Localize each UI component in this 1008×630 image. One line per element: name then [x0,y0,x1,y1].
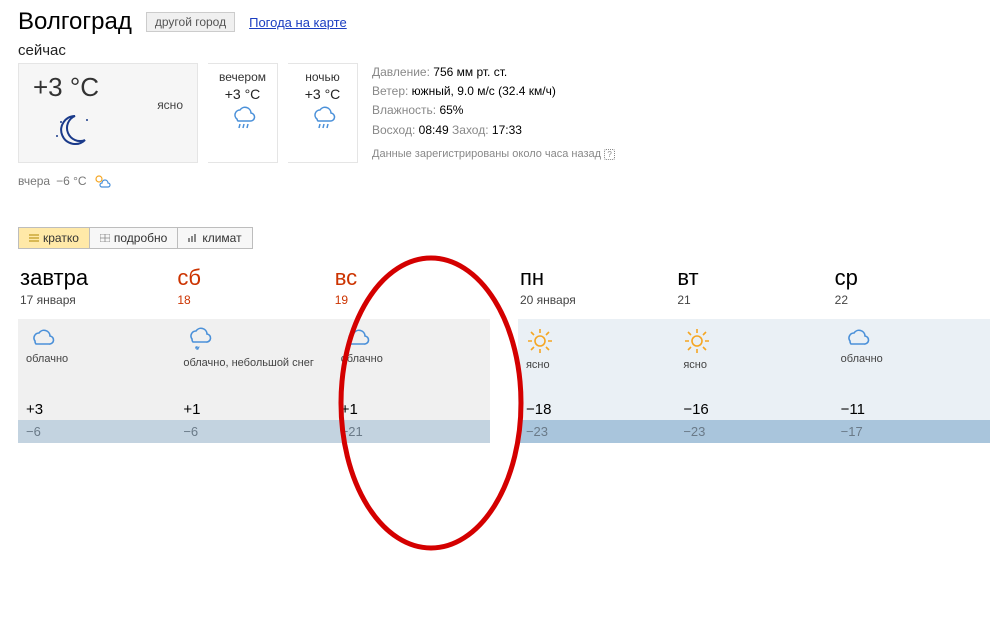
day-temp-high: −16 [675,397,832,420]
day-condition: облачно [841,353,982,365]
pressure-value: 756 мм рт. ст. [433,65,507,79]
sunrise-label: Восход: [372,123,415,137]
evening-card: вечером +3 °C [208,63,278,163]
day-name: сб [177,265,332,291]
day-condition: облачно, небольшой снег [183,357,324,369]
day-condition: облачно [341,353,482,365]
night-label: ночью [305,70,340,84]
day-temp-high: +1 [333,397,490,420]
forecast-day[interactable]: вс 19 облачно +1−21 [333,265,490,443]
day-temp-high: +1 [175,397,332,420]
night-temp: +3 °C [305,86,341,102]
evening-label: вечером [219,70,266,84]
change-city-button[interactable]: другой город [146,12,235,32]
day-temp-low: −6 [18,420,175,443]
sunset-value: 17:33 [492,123,522,137]
rain-cloud-icon [309,104,337,132]
sun-icon [526,327,667,355]
day-name: ср [835,265,990,291]
night-card: ночью +3 °C [288,63,358,163]
current-weather-card: +3 °C ясно [18,63,198,163]
forecast-day[interactable]: сб 18 облачно, небольшой снег +1−6 [175,265,332,443]
humidity-value: 65% [439,103,463,117]
day-temp-low: −23 [518,420,675,443]
forecast-day[interactable]: вт 21 ясно −16−23 [675,265,832,443]
now-label: сейчас [18,42,990,59]
cloud-icon [26,327,167,349]
help-icon[interactable]: ? [604,149,615,160]
table-icon [100,234,110,242]
forecast-day[interactable]: пн 20 января ясно −18−23 [518,265,675,443]
day-date: 20 января [520,293,675,307]
day-condition: ясно [683,359,824,371]
day-temp-low: −6 [175,420,332,443]
cloud-icon [841,327,982,349]
forecast-day[interactable]: ср 22 облачно −11−17 [833,265,990,443]
day-condition: ясно [526,359,667,371]
cloud-icon [341,327,482,349]
day-name: завтра [20,265,175,291]
sunset-label: Заход: [452,123,489,137]
yesterday-temp: −6 °C [56,174,86,188]
day-condition: облачно [26,353,167,365]
list-icon [29,234,39,242]
evening-temp: +3 °C [225,86,261,102]
day-temp-high: −11 [833,397,990,420]
day-temp-high: +3 [18,397,175,420]
tab-brief[interactable]: кратко [19,228,90,248]
day-date: 17 января [20,293,175,307]
forecast-row: завтра 17 января облачно +3−6 сб 18 облачно, н… [18,265,990,443]
day-temp-low: −21 [333,420,490,443]
tab-detailed[interactable]: подробно [90,228,178,248]
day-date: 22 [835,293,990,307]
pressure-label: Давление: [372,65,430,79]
sun-icon [683,327,824,355]
forecast-tabs: кратко подробно климат [18,227,253,249]
day-temp-low: −17 [833,420,990,443]
rain-cloud-icon [229,104,257,132]
yesterday-label: вчера [18,174,50,188]
day-temp-high: −18 [518,397,675,420]
day-name: пн [520,265,675,291]
day-date: 18 [177,293,332,307]
forecast-day[interactable]: завтра 17 января облачно +3−6 [18,265,175,443]
wind-label: Ветер: [372,84,408,98]
wind-value: южный, 9.0 м/с (32.4 км/ч) [412,84,556,98]
city-title: Волгоград [18,8,132,36]
day-name: вт [677,265,832,291]
bars-icon [188,234,198,242]
current-condition: ясно [157,98,183,112]
cloud-snow-icon [183,327,324,353]
weather-map-link[interactable]: Погода на карте [249,15,347,30]
day-name: вс [335,265,490,291]
partly-cloudy-icon [93,173,113,189]
day-date: 19 [335,293,490,307]
sunrise-value: 08:49 [419,123,449,137]
day-date: 21 [677,293,832,307]
data-age-text: Данные зарегистрированы около часа назад [372,148,601,160]
weather-details: Давление: 756 мм рт. ст. Ветер: южный, 9… [372,63,615,163]
yesterday-row: вчера −6 °C [18,173,990,189]
humidity-label: Влажность: [372,103,436,117]
moon-clear-icon [49,110,93,154]
day-temp-low: −23 [675,420,832,443]
tab-climate[interactable]: климат [178,228,251,248]
